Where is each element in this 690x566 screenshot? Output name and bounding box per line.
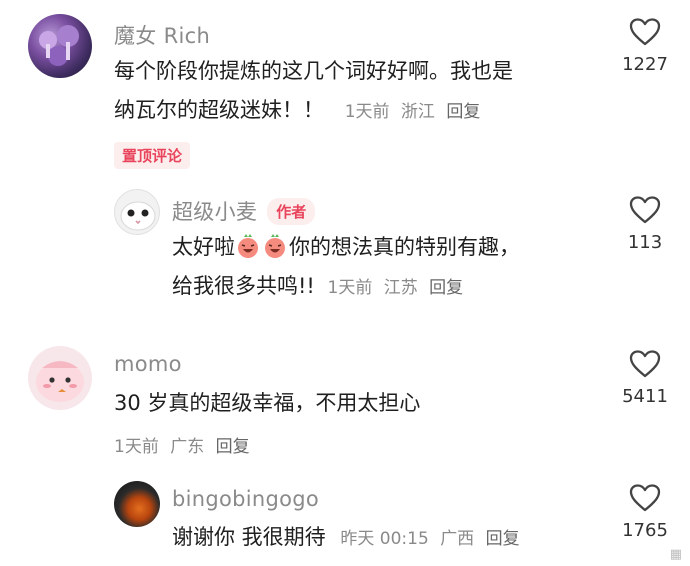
comment-meta: 1天前 江苏 回复 — [328, 278, 470, 298]
comment-text-line: 每个阶段你提炼的这几个词好好啊。我也是 — [114, 59, 513, 83]
comment-text-line: 给我很多共鸣!! 1天前 江苏 回复 — [172, 267, 602, 308]
reply-button[interactable]: 回复 — [429, 278, 463, 298]
reply-button[interactable]: 回复 — [446, 102, 480, 122]
heart-outline-icon — [629, 196, 661, 224]
laughing-face-emoji-icon — [238, 234, 258, 258]
comment-text-fragment: 给我很多共鸣!! — [172, 274, 315, 298]
comment-text-fragment: 谢谢你 我很期待 — [172, 525, 326, 549]
comment-time: 1天前 — [344, 102, 390, 122]
like-count: 5411 — [622, 386, 668, 407]
comment-text-fragment: 纳瓦尔的超级迷妹！！ — [114, 98, 324, 122]
reply-button[interactable]: 回复 — [216, 437, 250, 457]
comment-username[interactable]: momo — [114, 352, 182, 376]
comment-location: 江苏 — [383, 278, 418, 298]
comment-header: 超级小麦 作者 — [172, 196, 316, 226]
comment-text-fragment: 太好啦 — [172, 235, 235, 259]
like-button[interactable]: 5411 — [615, 350, 675, 407]
comment-meta: 1天前 广东 回复 — [114, 432, 256, 457]
comment-time: 1天前 — [327, 278, 373, 298]
comment-location: 浙江 — [400, 102, 435, 122]
like-button[interactable]: 113 — [615, 196, 675, 253]
avatar[interactable] — [28, 14, 92, 78]
comment-text: 每个阶段你提炼的这几个词好好啊。我也是 纳瓦尔的超级迷妹！！ 1天前 浙江 回复 — [114, 52, 594, 132]
like-count: 1765 — [622, 520, 668, 541]
pinned-comment-badge: 置顶评论 — [114, 142, 191, 169]
laughing-face-emoji-icon — [265, 234, 285, 258]
comment-text-line: 纳瓦尔的超级迷妹！！ 1天前 浙江 回复 — [114, 91, 594, 132]
like-count: 113 — [627, 232, 663, 253]
comment-text: 30 岁真的超级幸福，不用太担心 — [114, 391, 421, 415]
heart-outline-icon — [629, 350, 661, 378]
comment-username[interactable]: 魔女 Rich — [114, 20, 210, 50]
reply-button[interactable]: 回复 — [486, 529, 520, 549]
comment-meta: 昨天 00:15 广西 回复 — [340, 529, 525, 549]
watermark-icon: ▦ — [669, 547, 682, 562]
avatar-mushroom-illustration — [39, 25, 79, 66]
comment-username[interactable]: bingobingogo — [172, 487, 319, 511]
heart-outline-icon — [629, 18, 661, 46]
like-button[interactable]: 1227 — [615, 18, 675, 75]
comment-time: 1天前 — [114, 437, 159, 457]
comment-text: 太好啦 你的想法真的特别有趣， 给我很多共鸣!! 1天前 江苏 回复 — [172, 228, 602, 308]
comment-meta: 1天前 浙江 回复 — [345, 102, 487, 122]
avatar[interactable] — [114, 481, 160, 527]
avatar[interactable] — [28, 346, 92, 410]
like-button[interactable]: 1765 — [615, 484, 675, 541]
comment-time: 昨天 00:15 — [340, 529, 429, 549]
comment-username[interactable]: 超级小麦 — [172, 196, 257, 226]
comment-location: 广东 — [170, 437, 205, 457]
comment-text-fragment: 你的想法真的特别有趣， — [289, 235, 520, 259]
comment-text-line: 太好啦 你的想法真的特别有趣， — [172, 228, 602, 267]
cat-face-avatar-illustration — [120, 201, 156, 231]
like-count: 1227 — [622, 54, 668, 75]
pink-character-avatar-illustration — [36, 361, 84, 402]
avatar[interactable] — [114, 189, 160, 235]
author-badge: 作者 — [267, 197, 316, 225]
comment-text: 谢谢你 我很期待 昨天 00:15 广西 回复 — [172, 518, 602, 559]
heart-outline-icon — [629, 484, 661, 512]
comment-location: 广西 — [440, 529, 475, 549]
